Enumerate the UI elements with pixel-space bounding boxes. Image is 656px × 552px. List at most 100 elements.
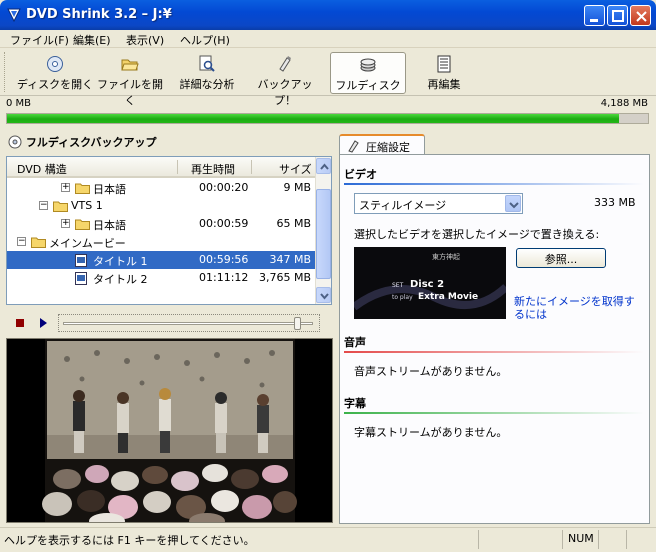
play-icon[interactable] [40,318,47,328]
tree-row[interactable]: タイトル 1 00:59:56 347 MB [7,251,317,269]
tree-row-time: 00:00:59 [199,217,249,230]
scroll-thumb[interactable] [316,189,331,279]
open-disc-label: ディスクを開く [16,78,94,91]
analyze-icon [199,55,215,72]
full-disc-label: フルディスク [335,79,401,92]
maximize-button[interactable] [607,5,628,26]
full-disc-backup-header: フルディスクバックアップ [8,134,157,150]
folder-icon [31,236,46,248]
tree-row-time: 01:11:12 [199,271,249,284]
compression-icon [348,140,359,153]
capacity-progress-fill [7,114,620,123]
scroll-up-button[interactable] [316,158,331,174]
thumb-set: SET [392,282,404,289]
subtitle-divider [344,412,644,414]
tab-compression-settings[interactable]: 圧縮設定 [339,134,425,155]
status-cell [598,530,626,549]
menu-file[interactable]: ファイル(F) [10,32,69,48]
capacity-min-label: 0 MB [6,98,32,109]
video-divider [344,183,644,185]
toolbar-grip[interactable] [4,52,7,92]
preview-controls [6,311,332,335]
num-lock-indicator: NUM [568,532,594,545]
video-title-icon [75,272,90,285]
tab-compression-label: 圧縮設定 [366,141,410,154]
expand-icon[interactable]: + [61,183,70,192]
video-section-header: ビデオ [344,168,377,181]
concert-preview-image [42,339,297,522]
tree-row[interactable]: + 日本語 00:00:59 65 MB [7,215,317,233]
column-time[interactable]: 再生時間 [191,161,235,177]
tree-row[interactable]: + 日本語 00:00:20 9 MB [7,179,317,197]
tree-row-name: 日本語 [93,219,126,232]
open-files-button[interactable]: ファイルを開く [96,52,164,107]
status-cell [478,530,562,549]
menu-edit[interactable]: 編集(E) [73,32,111,48]
menu-help[interactable]: ヘルプ(H) [180,32,230,48]
audio-status-text: 音声ストリームがありません。 [354,365,508,378]
thumb-artist: 東方神起 [432,252,460,261]
video-mode-value: スティルイメージ [359,199,447,212]
dvd-structure-tree[interactable]: DVD 構造 再生時間 サイズ + 日本語 00:00:20 9 MB − VTS 1 + 日… [6,156,332,305]
subtitle-status-text: 字幕ストリームがありません。 [354,426,508,439]
browse-button[interactable]: 参照... [516,248,606,268]
disc-icon [8,135,22,149]
full-disc-backup-title: フルディスクバックアップ [25,136,157,149]
tree-row-size: 3,765 MB [258,271,311,284]
capacity-labels: 0 MB 4,188 MB [0,97,656,111]
thumb-extra: Extra Movie [418,292,478,302]
folder-icon [53,200,68,212]
open-disc-button[interactable]: ディスクを開く [16,52,94,94]
backup-button[interactable]: バックアップ！ [250,52,320,107]
still-image-thumbnail: 東方神起 SET Disc 2 to play Extra Movie [354,247,506,319]
window-title: DVD Shrink 3.2 – J:¥ [26,7,172,22]
scroll-down-button[interactable] [316,287,331,303]
tree-row[interactable]: タイトル 2 01:11:12 3,765 MB [7,269,317,287]
analyze-button[interactable]: 詳細な分析 [172,52,242,94]
dvd-shrink-app-icon [7,8,21,23]
chevron-up-icon [320,163,329,170]
video-size-value: 333 MB [594,196,636,209]
thumb-play: to play [392,294,413,301]
seek-track [63,322,313,325]
menu-view[interactable]: 表示(V) [126,32,164,48]
seek-thumb[interactable] [294,317,301,330]
expand-icon[interactable]: + [61,219,70,228]
collapse-icon[interactable]: − [17,237,26,246]
tree-header: DVD 構造 再生時間 サイズ [7,157,317,178]
backup-icon [279,56,291,72]
full-disc-button[interactable]: フルディスク [330,52,406,94]
tree-row[interactable]: − メインムービー [7,233,317,251]
reauthor-label: 再編集 [427,78,461,91]
close-button[interactable] [630,5,651,26]
column-structure[interactable]: DVD 構造 [17,161,67,177]
minimize-button[interactable] [584,5,605,26]
menu-thumbnail-image: 東方神起 SET Disc 2 to play Extra Movie [354,247,506,319]
close-icon [636,11,647,22]
tree-row[interactable]: − VTS 1 [7,197,317,215]
stop-icon[interactable] [16,319,24,327]
status-bar: ヘルプを表示するには F1 キーを押してください。 NUM [0,527,656,552]
replace-image-label: 選択したビデオを選択したイメージで置き換える: [354,228,600,241]
tree-row-name: タイトル 2 [93,273,148,286]
chevron-down-icon [320,293,329,300]
column-size[interactable]: サイズ [279,161,312,177]
get-image-link[interactable]: 新たにイメージを取得するには [514,295,644,321]
collapse-icon[interactable]: − [39,201,48,210]
tree-row-size: 347 MB [269,253,311,266]
reauthor-icon [437,55,451,73]
reauthor-button[interactable]: 再編集 [414,52,474,94]
column-separator[interactable] [251,160,252,174]
dropdown-button[interactable] [505,195,521,212]
analyze-label: 詳細な分析 [179,78,235,91]
open-folder-icon [121,59,139,71]
column-separator[interactable] [177,160,178,174]
tree-row-name: メインムービー [49,237,126,250]
video-mode-dropdown[interactable]: スティルイメージ [354,193,523,214]
menu-bar: ファイル(F) 編集(E) 表示(V) ヘルプ(H) [0,30,656,48]
tree-row-size: 65 MB [276,217,311,230]
tree-scrollbar[interactable] [315,157,331,304]
audio-divider [344,351,644,353]
video-preview [6,338,333,523]
seek-slider[interactable] [58,314,320,332]
